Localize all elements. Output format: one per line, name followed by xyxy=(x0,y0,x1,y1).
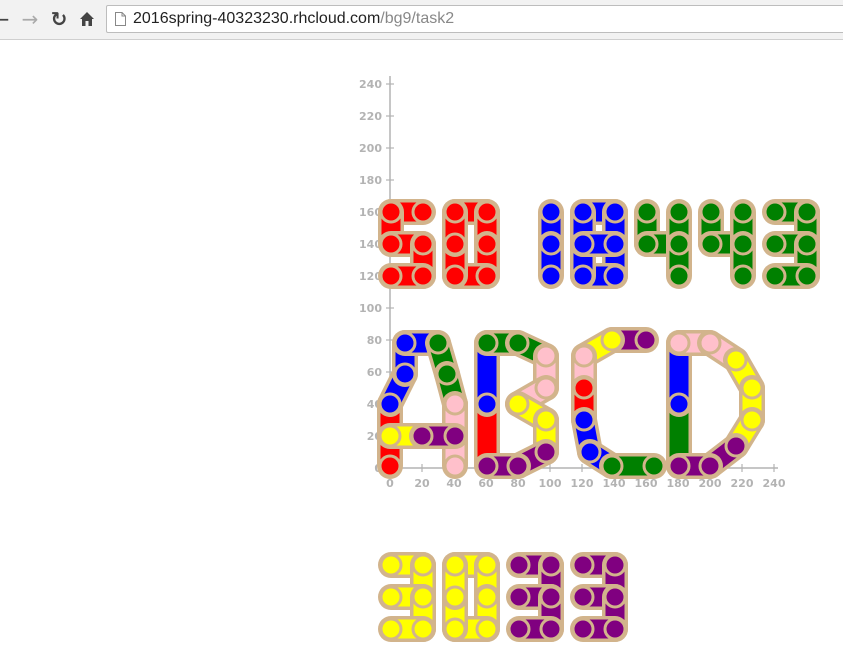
y-tick-label: 220 xyxy=(359,110,382,123)
digit-3 xyxy=(762,199,820,289)
x-tick-label: 240 xyxy=(763,477,786,490)
segment-f xyxy=(442,199,468,257)
url-host: 2016spring-40323230.rhcloud.com xyxy=(133,10,381,27)
segment-d xyxy=(506,616,564,642)
letter-d xyxy=(666,330,765,479)
segment-d xyxy=(570,616,628,642)
digit-3 xyxy=(506,552,564,642)
digit-0 xyxy=(442,552,500,642)
x-tick-label: 100 xyxy=(539,477,562,490)
url-path: /bg9/task2 xyxy=(380,10,455,27)
letters-abcd xyxy=(377,327,765,479)
segment-f xyxy=(442,552,468,610)
digit-row-top xyxy=(378,199,820,289)
segment-d xyxy=(378,616,436,642)
home-icon[interactable] xyxy=(74,6,100,32)
y-tick-label: 200 xyxy=(359,142,382,155)
letter-a xyxy=(377,330,468,479)
url-text: 2016spring-40323230.rhcloud.com/bg9/task… xyxy=(133,10,454,28)
digit-row-bottom xyxy=(378,552,628,642)
digit-3 xyxy=(378,552,436,642)
digit-1 xyxy=(538,199,564,289)
letter-b xyxy=(474,330,559,479)
segment-d xyxy=(378,263,436,289)
y-tick-label: 240 xyxy=(359,78,382,91)
segment xyxy=(599,453,667,479)
y-tick-label: 180 xyxy=(359,174,382,187)
x-tick-label: 120 xyxy=(571,477,594,490)
segment-c xyxy=(666,231,692,289)
digit-5 xyxy=(378,199,436,289)
digit-3 xyxy=(570,552,628,642)
segment-g xyxy=(570,231,628,257)
forward-arrow-icon[interactable]: → xyxy=(17,6,43,32)
x-tick-label: 20 xyxy=(414,477,430,490)
segment xyxy=(666,453,723,479)
segment-c xyxy=(538,231,564,289)
back-arrow-icon[interactable]: ← xyxy=(0,6,14,32)
letter-a-bar xyxy=(377,423,468,449)
segment xyxy=(409,423,468,449)
x-tick-label: 220 xyxy=(731,477,754,490)
drawing-canvas: 0204060801001201401601802002202400204060… xyxy=(359,76,820,642)
digit-4 xyxy=(634,199,692,289)
y-tick-label: 80 xyxy=(367,334,383,347)
page-icon xyxy=(115,12,126,26)
address-bar[interactable]: 2016spring-40323230.rhcloud.com/bg9/task… xyxy=(106,5,843,33)
y-tick-label: 100 xyxy=(359,302,382,315)
letter-c xyxy=(571,327,667,479)
digit-4 xyxy=(698,199,756,289)
segment-d xyxy=(762,263,820,289)
browser-toolbar: ← → ↻ 2016spring-40323230.rhcloud.com/bg… xyxy=(0,0,843,40)
segment xyxy=(474,453,531,479)
digit-0 xyxy=(442,199,500,289)
page-content: 0204060801001201401601802002202400204060… xyxy=(0,40,843,661)
segment-c xyxy=(730,231,756,289)
digit-8 xyxy=(570,199,628,289)
y-tick-label: 60 xyxy=(367,366,383,379)
reload-icon[interactable]: ↻ xyxy=(46,6,72,32)
